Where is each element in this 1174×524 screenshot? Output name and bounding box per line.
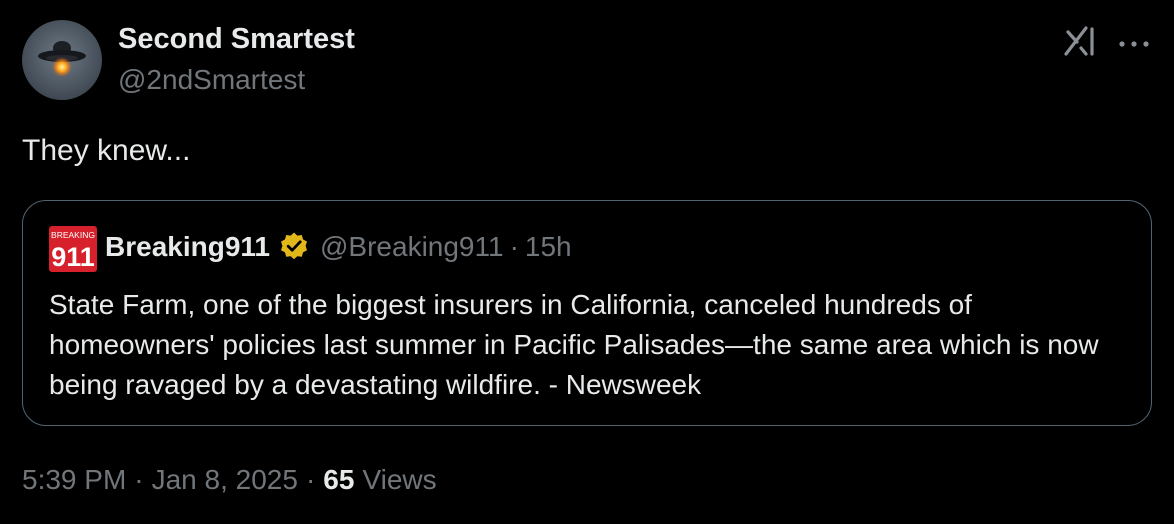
meta-separator-1: · — [134, 464, 144, 495]
quoted-display-name[interactable]: Breaking911 — [105, 231, 270, 263]
post-time[interactable]: 5:39 PM — [22, 464, 126, 496]
quoted-post-text: State Farm, one of the biggest insurers … — [49, 289, 1099, 400]
quoted-post-card[interactable]: BREAKING 911 Breaking911 @Breaking911 · … — [22, 200, 1152, 426]
meta-separator-2: · — [305, 464, 316, 495]
post-author-avatar[interactable] — [22, 20, 102, 100]
quoted-header-separator: · — [509, 231, 519, 262]
author-display-name[interactable]: Second Smartest — [118, 23, 355, 56]
post-text: They knew... — [22, 134, 191, 167]
more-options-icon[interactable] — [1116, 36, 1152, 47]
ufo-avatar-image — [22, 20, 102, 100]
quoted-header: Breaking911 @Breaking911 · 15h — [105, 231, 572, 263]
views-label[interactable]: Views — [362, 464, 436, 496]
quoted-author-logo[interactable]: BREAKING 911 — [49, 226, 97, 272]
post-meta-row: 5:39 PM · Jan 8, 2025 · 65 Views — [22, 464, 437, 496]
logo-label-top: BREAKING — [51, 230, 95, 240]
author-handle[interactable]: @2ndSmartest — [118, 64, 305, 96]
grok-icon[interactable] — [1064, 26, 1100, 56]
views-count[interactable]: 65 — [323, 464, 354, 496]
quoted-handle[interactable]: @Breaking911 — [320, 231, 504, 263]
logo-label-main: 911 — [51, 242, 95, 272]
post-date[interactable]: Jan 8, 2025 — [152, 464, 298, 496]
quoted-timestamp[interactable]: 15h — [525, 231, 572, 263]
verified-badge-icon — [278, 231, 310, 263]
